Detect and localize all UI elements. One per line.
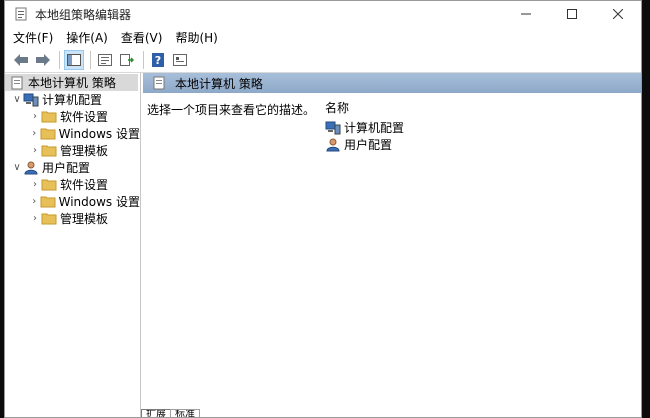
tree-item-computer-config[interactable]: ∨ 计算机配置 bbox=[5, 91, 140, 108]
minimize-icon bbox=[521, 13, 531, 15]
properties-button[interactable] bbox=[95, 50, 115, 70]
background-terminal-right bbox=[642, 0, 650, 418]
back-arrow-icon bbox=[14, 53, 28, 66]
filter-button[interactable] bbox=[170, 50, 190, 70]
export-list-icon bbox=[120, 53, 134, 66]
menu-view[interactable]: 查看(V) bbox=[121, 29, 163, 46]
details-pane: 本地计算机 策略 选择一个项目来查看它的描述。 名称 计算机配置 用户配置 扩展… bbox=[141, 73, 641, 417]
tree-item-computer-admin-templates[interactable]: › 管理模板 bbox=[5, 142, 140, 159]
gpedit-window: 本地组策略编辑器 文件(F) 操作(A) 查看(V) 帮助(H) ? 本地计算机… bbox=[4, 0, 642, 418]
chevron-right-icon[interactable]: › bbox=[29, 128, 40, 140]
tree-item-user-windows-settings[interactable]: › Windows 设置 bbox=[5, 193, 140, 210]
maximize-button[interactable] bbox=[549, 1, 595, 27]
filter-view-icon bbox=[173, 53, 187, 66]
export-list-button[interactable] bbox=[117, 50, 137, 70]
policy-document-icon bbox=[9, 76, 25, 90]
main-area: 本地计算机 策略 ∨ 计算机配置 › 软件设置 › Windows 设置 › 管… bbox=[5, 73, 641, 417]
chevron-right-icon[interactable]: › bbox=[29, 196, 40, 208]
svg-text:?: ? bbox=[155, 54, 161, 67]
help-icon: ? bbox=[152, 52, 164, 67]
tree-item-label: Windows 设置 bbox=[58, 127, 140, 141]
menu-bar: 文件(F) 操作(A) 查看(V) 帮助(H) bbox=[5, 27, 641, 47]
tab-extended[interactable]: 扩展 bbox=[141, 409, 171, 417]
folder-icon bbox=[41, 212, 57, 226]
tree-item-label: 管理模板 bbox=[60, 144, 109, 158]
folder-icon bbox=[41, 144, 57, 158]
close-button[interactable] bbox=[595, 1, 641, 27]
description-text: 选择一个项目来查看它的描述。 bbox=[147, 103, 316, 117]
details-header: 本地计算机 策略 bbox=[143, 73, 641, 93]
details-header-title: 本地计算机 策略 bbox=[175, 76, 263, 91]
tree-item-user-admin-templates[interactable]: › 管理模板 bbox=[5, 210, 140, 227]
tree-item-computer-software-settings[interactable]: › 软件设置 bbox=[5, 108, 140, 125]
console-tree-icon bbox=[67, 53, 81, 66]
menu-action[interactable]: 操作(A) bbox=[66, 29, 108, 46]
menu-file[interactable]: 文件(F) bbox=[13, 29, 53, 46]
tree-item-computer-windows-settings[interactable]: › Windows 设置 bbox=[5, 125, 140, 142]
tree-item-user-software-settings[interactable]: › 软件设置 bbox=[5, 176, 140, 193]
tree-item-label: 管理模板 bbox=[60, 212, 109, 226]
toolbar-separator bbox=[143, 50, 144, 69]
tree-item-label: Windows 设置 bbox=[58, 195, 140, 209]
show-hide-tree-button[interactable] bbox=[64, 49, 84, 70]
chevron-down-icon[interactable]: ∨ bbox=[11, 162, 23, 174]
policy-editor-icon bbox=[15, 7, 27, 21]
tree-item-label: 软件设置 bbox=[60, 178, 109, 192]
minimize-button[interactable] bbox=[503, 1, 549, 27]
user-icon bbox=[325, 138, 341, 152]
chevron-down-icon[interactable]: ∨ bbox=[11, 94, 23, 106]
tree-item-label: 用户配置 bbox=[42, 161, 91, 175]
list-item-computer-config[interactable]: 计算机配置 bbox=[325, 119, 404, 136]
list-item-user-config[interactable]: 用户配置 bbox=[325, 136, 392, 153]
list-item-label: 计算机配置 bbox=[344, 121, 405, 135]
tree-item-label: 软件设置 bbox=[60, 110, 109, 124]
toolbar-separator bbox=[59, 50, 60, 69]
help-button[interactable]: ? bbox=[148, 50, 168, 70]
tree-item-label: 计算机配置 bbox=[42, 93, 103, 107]
computer-icon bbox=[325, 121, 341, 135]
menu-help[interactable]: 帮助(H) bbox=[175, 29, 217, 46]
forward-arrow-icon bbox=[36, 53, 50, 66]
folder-icon bbox=[40, 195, 56, 209]
toolbar: ? bbox=[5, 47, 641, 73]
user-icon bbox=[23, 161, 39, 175]
computer-icon bbox=[23, 93, 39, 107]
chevron-right-icon[interactable]: › bbox=[29, 213, 41, 225]
folder-icon bbox=[41, 178, 57, 192]
column-header-name[interactable]: 名称 bbox=[325, 99, 349, 116]
list-item-label: 用户配置 bbox=[344, 138, 393, 152]
tree-item-label: 本地计算机 策略 bbox=[28, 76, 116, 90]
folder-icon bbox=[40, 127, 56, 141]
chevron-right-icon[interactable]: › bbox=[29, 111, 41, 123]
view-tabs: 扩展 标准 bbox=[141, 409, 200, 417]
back-button[interactable] bbox=[11, 50, 31, 70]
chevron-right-icon[interactable]: › bbox=[29, 145, 41, 157]
close-icon bbox=[613, 9, 623, 19]
toolbar-separator bbox=[90, 50, 91, 69]
chevron-right-icon[interactable]: › bbox=[29, 179, 41, 191]
properties-icon bbox=[98, 53, 112, 66]
console-tree: 本地计算机 策略 ∨ 计算机配置 › 软件设置 › Windows 设置 › 管… bbox=[5, 73, 141, 417]
maximize-icon bbox=[567, 9, 577, 19]
tree-item-user-config[interactable]: ∨ 用户配置 bbox=[5, 159, 140, 176]
tab-standard[interactable]: 标准 bbox=[170, 409, 200, 417]
tree-item-local-computer-policy[interactable]: 本地计算机 策略 bbox=[5, 74, 138, 91]
forward-button[interactable] bbox=[33, 50, 53, 70]
title-bar: 本地组策略编辑器 bbox=[5, 1, 641, 27]
policy-document-icon bbox=[151, 76, 167, 90]
folder-icon bbox=[41, 110, 57, 124]
window-title: 本地组策略编辑器 bbox=[35, 7, 132, 22]
